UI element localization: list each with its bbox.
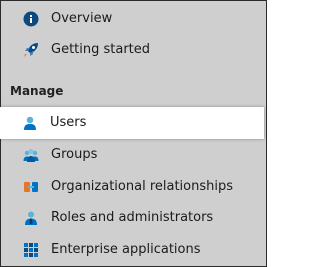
info-icon [23,11,39,27]
nav-item-organizational-relationships[interactable]: Organizational relationships [1,171,266,203]
user-icon [22,115,38,131]
organizational-relationships-icon [23,179,39,195]
nav-item-roles-and-administrators[interactable]: Roles and administrators [1,202,266,234]
rocket-icon [23,42,39,58]
groups-icon [23,147,39,163]
nav-item-getting-started[interactable]: Getting started [1,34,266,66]
nav-item-users[interactable]: Users [0,107,264,139]
navigation-panel: Overview Getting started Manage Users Gr… [0,0,267,267]
nav-item-overview[interactable]: Overview [1,3,266,35]
roles-icon [23,210,39,226]
nav-item-groups[interactable]: Groups [1,139,266,171]
nav-item-overview-label: Overview [51,11,113,26]
nav-item-enterprise-applications[interactable]: Enterprise applications [1,234,266,266]
nav-item-users-label: Users [50,115,87,130]
nav-item-groups-label: Groups [51,147,98,162]
section-heading-manage: Manage [10,84,64,98]
nav-item-roles-and-administrators-label: Roles and administrators [51,210,214,225]
enterprise-apps-icon [23,242,39,258]
nav-item-organizational-relationships-label: Organizational relationships [51,179,234,194]
nav-item-enterprise-applications-label: Enterprise applications [51,242,201,257]
nav-item-getting-started-label: Getting started [51,42,151,57]
